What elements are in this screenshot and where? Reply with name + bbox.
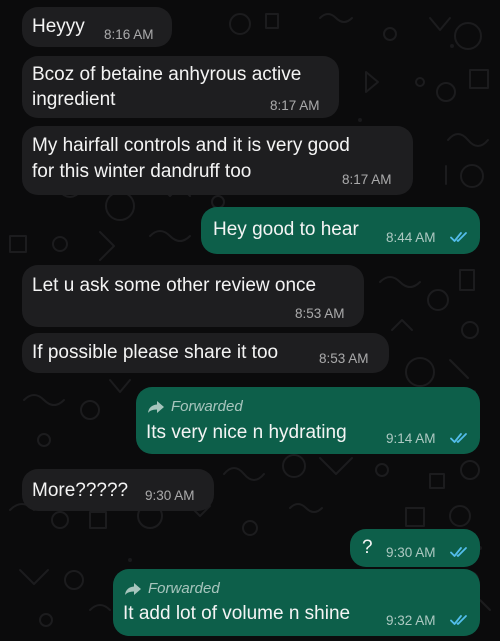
- message-timestamp: 9:30 AM: [386, 545, 436, 560]
- message-text-line: for this winter dandruff too: [32, 161, 252, 182]
- message-incoming[interactable]: Let u ask some other review once 8:53 AM: [22, 265, 364, 327]
- double-check-icon: [450, 232, 467, 242]
- message-timestamp: 8:53 AM: [319, 351, 369, 366]
- forwarded-label: Forwarded: [124, 580, 220, 598]
- double-check-icon: [450, 615, 467, 625]
- message-timestamp: 8:53 AM: [295, 306, 345, 321]
- message-text: If possible please share it too: [32, 342, 279, 363]
- message-text: Heyyy: [32, 16, 85, 37]
- message-incoming[interactable]: More????? 9:30 AM: [22, 469, 214, 511]
- message-timestamp: 9:32 AM: [386, 613, 436, 628]
- message-incoming[interactable]: My hairfall controls and it is very good…: [22, 126, 413, 195]
- message-outgoing-forwarded[interactable]: Forwarded Its very nice n hydrating 9:14…: [136, 387, 480, 454]
- message-timestamp: 9:30 AM: [145, 488, 195, 503]
- message-text-line: ingredient: [32, 89, 116, 110]
- message-timestamp: 8:16 AM: [104, 27, 154, 42]
- forwarded-label: Forwarded: [147, 398, 243, 416]
- message-text: It add lot of volume n shine: [123, 603, 351, 624]
- message-text: More?????: [32, 480, 129, 501]
- chat-message-list[interactable]: Heyyy 8:16 AM Bcoz of betaine anhyrous a…: [0, 0, 500, 641]
- message-outgoing[interactable]: ? 9:30 AM: [350, 529, 480, 567]
- message-text: Its very nice n hydrating: [146, 422, 347, 443]
- message-text: Hey good to hear: [213, 219, 359, 240]
- message-incoming[interactable]: Heyyy 8:16 AM: [22, 7, 172, 47]
- message-outgoing-forwarded[interactable]: Forwarded It add lot of volume n shine 9…: [113, 569, 480, 636]
- forward-arrow-icon: [125, 583, 141, 595]
- forwarded-text: Forwarded: [171, 398, 243, 415]
- message-text: ?: [362, 537, 373, 558]
- message-timestamp: 8:17 AM: [342, 172, 392, 187]
- message-timestamp: 9:14 AM: [386, 431, 436, 446]
- message-text: Let u ask some other review once: [32, 275, 317, 296]
- message-text-line: My hairfall controls and it is very good: [32, 135, 350, 156]
- forwarded-text: Forwarded: [148, 580, 220, 597]
- message-text-line: Bcoz of betaine anhyrous active: [32, 64, 302, 85]
- forward-arrow-icon: [148, 401, 164, 413]
- double-check-icon: [450, 433, 467, 443]
- message-timestamp: 8:17 AM: [270, 98, 320, 113]
- message-incoming[interactable]: If possible please share it too 8:53 AM: [22, 333, 389, 373]
- double-check-icon: [450, 547, 467, 557]
- message-timestamp: 8:44 AM: [386, 230, 436, 245]
- message-outgoing[interactable]: Hey good to hear 8:44 AM: [201, 207, 480, 254]
- message-incoming[interactable]: Bcoz of betaine anhyrous active ingredie…: [22, 56, 339, 118]
